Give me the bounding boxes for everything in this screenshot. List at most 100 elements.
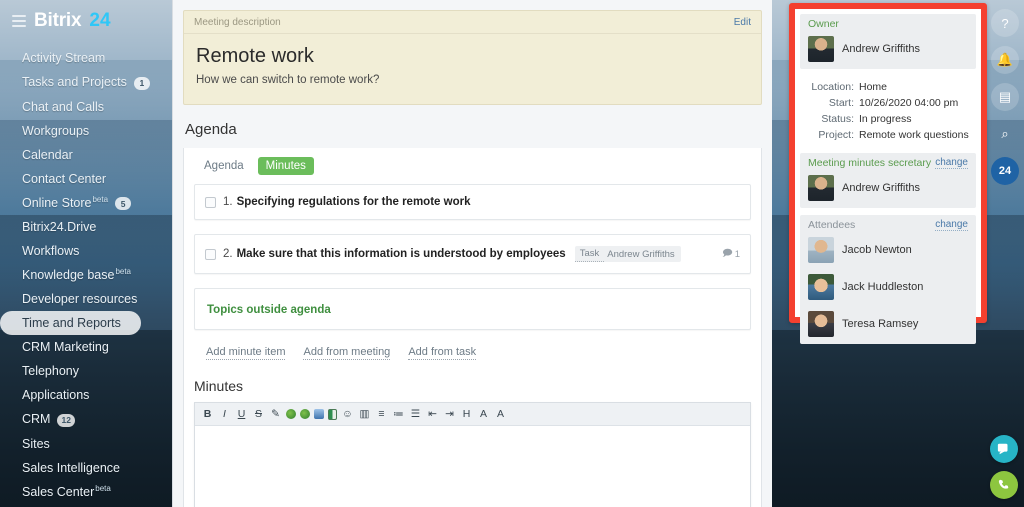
sidebar-item-developer-resources[interactable]: Developer resources [0, 287, 165, 311]
notifications-icon[interactable]: 🔔 [991, 46, 1019, 74]
change-attendees-link[interactable]: change [935, 219, 968, 231]
edit-description-link[interactable]: Edit [734, 17, 751, 28]
font-size-icon[interactable]: A [494, 407, 507, 421]
outdent-icon[interactable]: ⇤ [426, 407, 439, 421]
topics-outside-agenda-label: Topics outside agenda [207, 304, 331, 316]
search-icon[interactable]: ⌕ [991, 120, 1019, 148]
tab-minutes[interactable]: Minutes [257, 157, 314, 175]
agenda-section-title: Agenda [185, 121, 237, 138]
attendee-name: Teresa Ramsey [842, 318, 919, 330]
attendee-list: Jacob Newton Jack Huddleston Teresa Ramsey [800, 233, 976, 344]
minutes-heading: Minutes [194, 378, 244, 394]
meeting-info-panel: Owner Andrew Griffiths Location: Home Star… [789, 3, 987, 344]
help-icon[interactable]: ? [991, 9, 1019, 37]
sidebar-item-badge: 1 [133, 76, 150, 90]
owner-title: Owner [808, 18, 839, 30]
sidebar-item-tasks-and-projects[interactable]: Tasks and Projects 1 [0, 70, 165, 95]
avatar [808, 274, 834, 300]
sidebar-item-label: CRM [22, 412, 51, 426]
sidebar-item-applications[interactable]: Applications [0, 383, 165, 407]
avatar [808, 175, 834, 201]
sidebar-item-online-store[interactable]: Online Store beta 5 [0, 191, 165, 216]
insert-emoji-icon[interactable]: ☺ [341, 407, 354, 421]
meeting-subtitle: How we can switch to remote work? [196, 74, 380, 86]
field-label: Start: [828, 97, 854, 109]
sidebar-item-calendar[interactable]: Calendar [0, 143, 165, 167]
sidebar-item-sites[interactable]: Sites [0, 432, 165, 456]
italic-icon[interactable]: I [218, 407, 231, 421]
insert-video-icon[interactable] [328, 408, 337, 420]
sidebar-item-bitrix24-drive[interactable]: Bitrix24.Drive [0, 215, 165, 239]
sidebar-item-workflows[interactable]: Workflows [0, 239, 165, 263]
attendees-card: Attendees change Jacob Newton Jack Huddle… [800, 215, 976, 344]
agenda-item-comments[interactable]: 🗩 1 [722, 246, 740, 262]
topics-outside-agenda-card[interactable]: Topics outside agenda [194, 288, 751, 330]
agenda-item-checkbox[interactable] [205, 248, 216, 260]
insert-table-icon[interactable]: ▥ [358, 407, 371, 421]
insert-image-icon[interactable] [314, 409, 324, 419]
sidebar-item-label: Workgroups [22, 123, 90, 138]
sidebar-item-crm[interactable]: CRM 12 [0, 407, 165, 432]
ordered-list-icon[interactable]: ≔ [392, 407, 405, 421]
align-icon[interactable]: ≡ [375, 407, 388, 421]
avatar [808, 36, 834, 62]
sidebar-item-time-and-reports[interactable]: Time and Reports [0, 311, 141, 335]
agenda-item-number: 1. [223, 196, 233, 208]
insert-link-icon[interactable] [286, 409, 296, 419]
agenda-item-task-tag[interactable]: Task Andrew Griffiths [574, 246, 681, 262]
comment-count: 1 [734, 248, 740, 260]
sidebar-item-workgroups[interactable]: Workgroups [0, 119, 165, 143]
attendee[interactable]: Jacob Newton [800, 233, 976, 270]
avatar [808, 311, 834, 337]
secretary-person[interactable]: Andrew Griffiths [800, 171, 976, 208]
sidebar-item-label: Tasks and Projects [22, 75, 127, 89]
hamburger-icon[interactable] [12, 12, 26, 30]
agenda-item[interactable]: 1. Specifying regulations for the remote … [194, 184, 751, 220]
logo-24-text: 24 [89, 10, 111, 31]
main-content: Meeting description Edit Remote work How… [172, 0, 772, 507]
link-add-from-task[interactable]: Add from task [408, 346, 477, 360]
attendee[interactable]: Jack Huddleston [800, 270, 976, 307]
agenda-item-checkbox[interactable] [205, 196, 216, 208]
change-secretary-link[interactable]: change [935, 157, 968, 169]
agenda-item[interactable]: 2. Make sure that this information is und… [194, 234, 751, 274]
sidebar-item-contact-center[interactable]: Contact Center [0, 167, 165, 191]
underline-icon[interactable]: U [235, 407, 248, 421]
owner-header: Owner [800, 14, 976, 32]
sidebar-item-activity-stream[interactable]: Activity Stream [0, 46, 165, 70]
minutes-editor: B I U S ✎ ☺ ▥ ≡ ≔ ☰ ⇤ ⇥ H A A [194, 402, 751, 507]
remove-format-icon[interactable]: ✎ [269, 407, 282, 421]
unlink-icon[interactable] [300, 409, 310, 419]
minutes-text-area[interactable] [195, 426, 750, 507]
sidebar-item-knowledge-base[interactable]: Knowledge base beta [0, 263, 165, 287]
strikethrough-icon[interactable]: S [252, 407, 265, 421]
sidebar-item-label: Sites [22, 436, 50, 451]
unordered-list-icon[interactable]: ☰ [409, 407, 422, 421]
sidebar-item-chat-and-calls[interactable]: Chat and Calls [0, 95, 165, 119]
sidebar-item-crm-marketing[interactable]: CRM Marketing [0, 335, 165, 359]
bold-icon[interactable]: B [201, 407, 214, 421]
field-value: In progress [859, 113, 912, 125]
attendee[interactable]: Teresa Ramsey [800, 307, 976, 344]
link-add-minute-item[interactable]: Add minute item [206, 346, 286, 360]
tab-agenda[interactable]: Agenda [196, 157, 252, 175]
sidebar-item-sales-center[interactable]: Sales Center beta [0, 480, 165, 504]
attendee-name: Jack Huddleston [842, 281, 924, 293]
messages-icon[interactable]: ▤ [991, 83, 1019, 111]
editor-toolbar: B I U S ✎ ☺ ▥ ≡ ≔ ☰ ⇤ ⇥ H A A [195, 403, 750, 426]
sidebar-item-telephony[interactable]: Telephony [0, 359, 165, 383]
meeting-description-label: Meeting description [194, 17, 281, 28]
indent-icon[interactable]: ⇥ [443, 407, 456, 421]
owner-card: Owner Andrew Griffiths [800, 14, 976, 69]
bitrix24-badge[interactable]: 24 [991, 157, 1019, 185]
owner-person[interactable]: Andrew Griffiths [800, 32, 976, 69]
app-logo[interactable]: Bitrix 24 [0, 0, 165, 46]
font-color-icon[interactable]: A [477, 407, 490, 421]
link-add-from-meeting[interactable]: Add from meeting [303, 346, 391, 360]
heading-icon[interactable]: H [460, 407, 473, 421]
sidebar-item-sales-intelligence[interactable]: Sales Intelligence [0, 456, 165, 480]
attendees-header: Attendees change [800, 215, 976, 233]
logo-text: Bitrix [34, 10, 82, 31]
agenda-item-text: Specifying regulations for the remote wo… [236, 196, 471, 208]
sidebar: Bitrix 24 Activity Stream Tasks and Proje… [0, 0, 165, 507]
